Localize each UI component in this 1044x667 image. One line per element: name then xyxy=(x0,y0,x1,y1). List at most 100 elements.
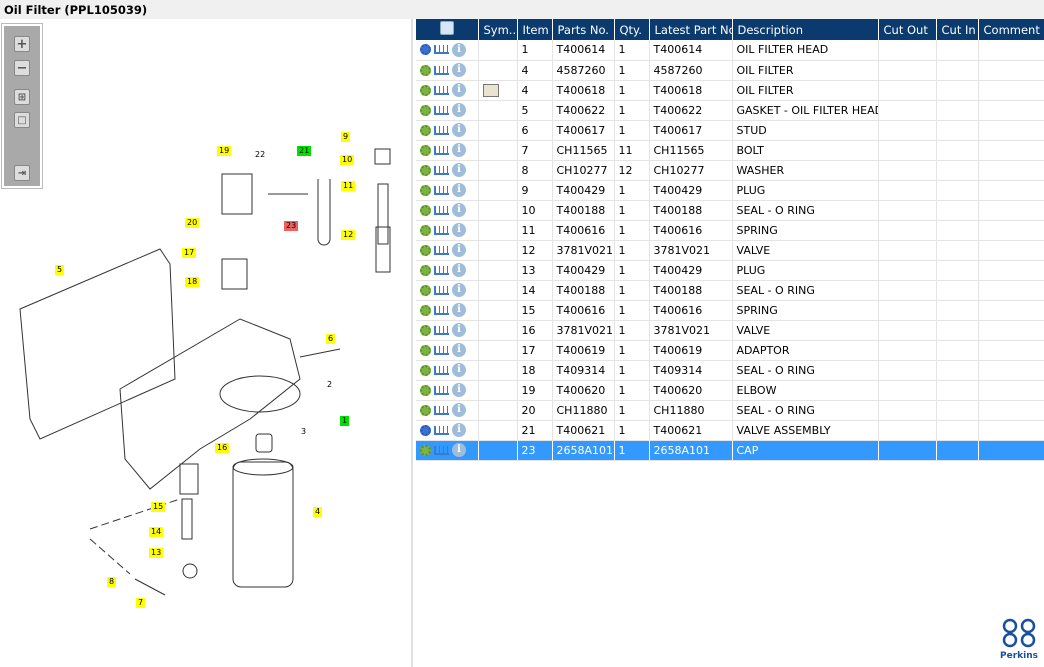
table-row[interactable]: i 16 3781V021 1 3781V021 VALVE xyxy=(416,320,1044,341)
info-icon[interactable]: i xyxy=(452,283,466,297)
callout-5[interactable]: 5 xyxy=(55,265,65,275)
callout-7[interactable]: 7 xyxy=(136,598,146,608)
callout-21[interactable]: 21 xyxy=(297,146,312,156)
table-row[interactable]: i 7 CH11565 11 CH11565 BOLT xyxy=(416,140,1044,161)
column-header-comment[interactable]: Comment xyxy=(978,19,1044,40)
callout-3[interactable]: 3 xyxy=(299,427,308,437)
shopping-cart-icon[interactable] xyxy=(434,185,449,195)
column-header-parts-no[interactable]: Parts No. xyxy=(552,19,615,40)
shopping-cart-icon[interactable] xyxy=(434,365,449,375)
column-header-cut-out[interactable]: Cut Out xyxy=(878,19,937,40)
info-icon[interactable]: i xyxy=(452,443,466,457)
column-header-latest-part-no[interactable]: Latest Part No. xyxy=(649,19,733,40)
table-row[interactable]: i 13 T400429 1 T400429 PLUG xyxy=(416,260,1044,281)
callout-15[interactable]: 15 xyxy=(151,502,166,512)
info-icon[interactable]: i xyxy=(452,243,466,257)
callout-23[interactable]: 23 xyxy=(284,221,299,231)
callout-17[interactable]: 17 xyxy=(182,248,197,258)
callout-19[interactable]: 19 xyxy=(217,146,232,156)
table-row[interactable]: i 10 T400188 1 T400188 SEAL - O RING xyxy=(416,200,1044,221)
shopping-cart-icon[interactable] xyxy=(434,325,449,335)
table-row[interactable]: i 1 T400614 1 T400614 OIL FILTER HEAD xyxy=(416,40,1044,61)
info-icon[interactable]: i xyxy=(452,203,466,217)
info-icon[interactable]: i xyxy=(452,403,466,417)
table-row[interactable]: i 19 T400620 1 T400620 ELBOW xyxy=(416,380,1044,401)
shopping-cart-icon[interactable] xyxy=(434,105,449,115)
shopping-cart-icon[interactable] xyxy=(434,385,449,395)
shopping-cart-icon[interactable] xyxy=(434,145,449,155)
callout-16[interactable]: 16 xyxy=(215,443,230,453)
part-gear-icon[interactable] xyxy=(420,164,431,176)
shopping-cart-icon[interactable] xyxy=(434,245,449,255)
part-gear-icon[interactable] xyxy=(420,244,431,256)
part-gear-icon[interactable] xyxy=(420,444,431,456)
callout-8[interactable]: 8 xyxy=(107,577,117,587)
shopping-cart-icon[interactable] xyxy=(434,205,449,215)
callout-13[interactable]: 13 xyxy=(149,548,164,558)
table-row[interactable]: i 17 T400619 1 T400619 ADAPTOR xyxy=(416,340,1044,361)
callout-10[interactable]: 10 xyxy=(340,155,355,165)
table-row[interactable]: i 14 T400188 1 T400188 SEAL - O RING xyxy=(416,280,1044,301)
shopping-cart-icon[interactable] xyxy=(434,45,449,55)
callout-12[interactable]: 12 xyxy=(341,230,356,240)
table-row[interactable]: i 11 T400616 1 T400616 SPRING xyxy=(416,220,1044,241)
column-header-sym[interactable]: Sym... xyxy=(478,19,518,40)
callout-9[interactable]: 9 xyxy=(341,132,351,142)
info-icon[interactable]: i xyxy=(452,363,466,377)
part-gear-icon[interactable] xyxy=(420,124,431,136)
part-gear-icon[interactable] xyxy=(420,184,431,196)
table-row[interactable]: i 4 T400618 1 T400618 OIL FILTER xyxy=(416,80,1044,101)
callout-11[interactable]: 11 xyxy=(341,181,356,191)
shopping-cart-icon[interactable] xyxy=(434,165,449,175)
part-gear-icon[interactable] xyxy=(420,144,431,156)
table-row[interactable]: i 9 T400429 1 T400429 PLUG xyxy=(416,180,1044,201)
shopping-cart-icon[interactable] xyxy=(434,345,449,355)
table-row[interactable]: i 21 T400621 1 T400621 VALVE ASSEMBLY xyxy=(416,420,1044,441)
part-gear-icon[interactable] xyxy=(420,404,431,416)
shopping-cart-icon[interactable] xyxy=(434,285,449,295)
table-row[interactable]: i 20 CH11880 1 CH11880 SEAL - O RING xyxy=(416,400,1044,421)
info-icon[interactable]: i xyxy=(452,323,466,337)
info-icon[interactable]: i xyxy=(452,383,466,397)
fit-to-window-button[interactable]: ⊞ xyxy=(14,89,30,105)
table-row[interactable]: i 4 4587260 1 4587260 OIL FILTER xyxy=(416,60,1044,81)
zoom-in-button[interactable]: + xyxy=(14,36,30,52)
column-header-preview[interactable] xyxy=(416,19,479,40)
shopping-cart-icon[interactable] xyxy=(434,305,449,315)
shopping-cart-icon[interactable] xyxy=(434,425,449,435)
part-gear-icon[interactable] xyxy=(420,84,431,96)
callout-18[interactable]: 18 xyxy=(185,277,200,287)
info-icon[interactable]: i xyxy=(452,223,466,237)
table-row[interactable]: i 23 2658A101 1 2658A101 CAP xyxy=(416,440,1044,461)
info-icon[interactable]: i xyxy=(452,123,466,137)
part-gear-icon[interactable] xyxy=(420,344,431,356)
table-row[interactable]: i 8 CH10277 12 CH10277 WASHER xyxy=(416,160,1044,181)
info-icon[interactable]: i xyxy=(452,343,466,357)
part-gear-icon[interactable] xyxy=(420,304,431,316)
shopping-cart-icon[interactable] xyxy=(434,405,449,415)
part-gear-icon[interactable] xyxy=(420,324,431,336)
actual-size-button[interactable]: □ xyxy=(14,112,30,128)
shopping-cart-icon[interactable] xyxy=(434,445,449,455)
callout-2[interactable]: 2 xyxy=(325,380,334,390)
table-row[interactable]: i 5 T400622 1 T400622 GASKET - OIL FILTE… xyxy=(416,100,1044,121)
assembly-gear-icon[interactable] xyxy=(420,424,431,436)
column-header-description[interactable]: Description xyxy=(732,19,879,40)
column-header-item[interactable]: Item xyxy=(517,19,553,40)
assembly-gear-icon[interactable] xyxy=(420,44,431,56)
part-gear-icon[interactable] xyxy=(420,264,431,276)
book-magnifier-icon[interactable] xyxy=(482,83,499,97)
callout-22[interactable]: 22 xyxy=(253,150,267,160)
info-icon[interactable]: i xyxy=(452,143,466,157)
info-icon[interactable]: i xyxy=(452,83,466,97)
column-header-cut-in[interactable]: Cut In xyxy=(936,19,979,40)
shopping-cart-icon[interactable] xyxy=(434,225,449,235)
table-row[interactable]: i 6 T400617 1 T400617 STUD xyxy=(416,120,1044,141)
zoom-out-button[interactable]: − xyxy=(14,60,30,76)
info-icon[interactable]: i xyxy=(452,63,466,77)
callout-20[interactable]: 20 xyxy=(185,218,200,228)
callout-1[interactable]: 1 xyxy=(340,416,350,426)
part-gear-icon[interactable] xyxy=(420,224,431,236)
part-gear-icon[interactable] xyxy=(420,284,431,296)
toggle-panel-button[interactable]: ⇥ xyxy=(14,165,30,181)
